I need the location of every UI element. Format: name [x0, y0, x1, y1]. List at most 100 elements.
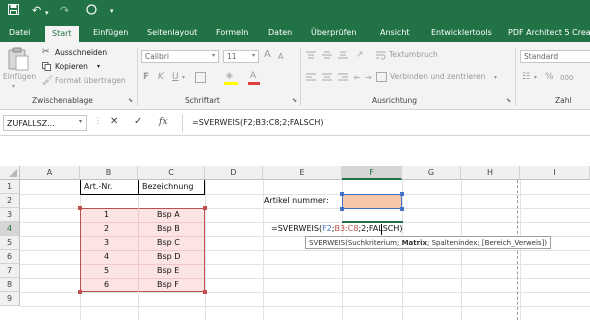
merge-center-button[interactable]: Verbinden und zentrieren: [390, 72, 485, 82]
range-handle[interactable]: [400, 207, 404, 211]
formula-input[interactable]: =SVERWEIS(F2;B3:C8;2;FALSCH): [192, 118, 323, 127]
column-header-c[interactable]: C: [138, 166, 205, 180]
italic-button[interactable]: K: [158, 72, 164, 82]
increase-indent-icon[interactable]: ⇥: [365, 73, 372, 82]
range-handle[interactable]: [203, 290, 207, 294]
row-header-2[interactable]: 2: [0, 194, 20, 208]
circle-icon[interactable]: [86, 4, 97, 19]
underline-button[interactable]: U: [172, 72, 179, 82]
range-handle[interactable]: [340, 207, 344, 211]
undo-dropdown-icon[interactable]: ▾: [45, 6, 49, 20]
percent-button[interactable]: %: [545, 72, 554, 82]
cell-b8[interactable]: 6: [104, 279, 109, 291]
row-header-6[interactable]: 6: [0, 250, 20, 264]
column-header-h[interactable]: H: [461, 166, 520, 180]
tab-pdf-architect[interactable]: PDF Architect 5 Crea: [508, 27, 590, 39]
save-icon[interactable]: [8, 4, 19, 19]
cell-b6[interactable]: 4: [104, 251, 109, 263]
bold-button[interactable]: F: [143, 72, 149, 82]
row-header-3[interactable]: 3: [0, 208, 20, 222]
cancel-icon[interactable]: ✕: [110, 116, 118, 127]
font-name-dropdown-icon[interactable]: ▾: [212, 51, 215, 61]
tab-daten[interactable]: Daten: [268, 27, 292, 39]
tab-ueberpruefen[interactable]: Überprüfen: [311, 27, 356, 39]
range-handle[interactable]: [78, 290, 82, 294]
cell-c8[interactable]: Bsp F: [157, 279, 179, 291]
name-box-dropdown-icon[interactable]: ▾: [79, 118, 82, 125]
decrease-indent-icon[interactable]: ⇤: [354, 73, 361, 82]
alignment-launcher-icon[interactable]: ⬊: [506, 97, 511, 104]
select-all-corner[interactable]: [0, 166, 20, 180]
enter-icon[interactable]: ✓: [134, 116, 142, 127]
cell-c4[interactable]: Bsp B: [157, 223, 180, 235]
number-format-box[interactable]: Standard: [520, 50, 590, 63]
row-header-1[interactable]: 1: [0, 180, 20, 194]
cell-e2[interactable]: Artikel nummer:: [264, 195, 329, 207]
row-header-9[interactable]: 9: [0, 292, 20, 306]
tab-formeln[interactable]: Formeln: [216, 27, 248, 39]
cell-c6[interactable]: Bsp D: [157, 251, 180, 263]
cell-c1[interactable]: Bezeichnung: [142, 181, 194, 193]
wrap-text-button[interactable]: Textumbruch: [389, 50, 438, 60]
range-handle[interactable]: [400, 192, 404, 196]
copy-dropdown-icon[interactable]: ▾: [97, 62, 100, 72]
cell-c7[interactable]: Bsp E: [157, 265, 179, 277]
range-handle[interactable]: [78, 206, 82, 210]
tab-ansicht[interactable]: Ansicht: [380, 27, 410, 39]
insert-function-icon[interactable]: fx: [159, 117, 167, 127]
font-size-dropdown-icon[interactable]: ▾: [252, 51, 255, 61]
font-launcher-icon[interactable]: ⬊: [292, 97, 297, 104]
redo-icon[interactable]: ↷: [60, 4, 69, 18]
cell-f2[interactable]: [342, 194, 402, 209]
cell-e4-formula[interactable]: =SVERWEIS(F2;B3:C8;2;FALSCH): [271, 223, 403, 235]
align-top-icon[interactable]: [306, 51, 316, 59]
cell-c3[interactable]: Bsp A: [157, 209, 180, 221]
column-header-i[interactable]: I: [520, 166, 590, 180]
thousands-button[interactable]: 000: [560, 73, 573, 83]
row-header-7[interactable]: 7: [0, 264, 20, 278]
customize-qat-icon[interactable]: ▾: [110, 4, 114, 18]
underline-dropdown-icon[interactable]: ▾: [182, 73, 185, 83]
function-tooltip[interactable]: SVERWEIS(Suchkriterium; Matrix; Spalteni…: [305, 236, 552, 249]
orientation-icon[interactable]: ↗: [356, 50, 364, 60]
cell-c5[interactable]: Bsp C: [157, 237, 180, 249]
column-header-d[interactable]: D: [205, 166, 263, 180]
align-bottom-icon[interactable]: [338, 51, 348, 59]
format-painter-button[interactable]: Format übertragen: [55, 76, 126, 86]
row-header-4[interactable]: 4: [0, 222, 20, 236]
tab-datei[interactable]: Datei: [9, 27, 30, 39]
borders-icon[interactable]: [195, 72, 206, 83]
undo-icon[interactable]: ↶: [32, 4, 41, 18]
font-name-box[interactable]: Calibri: [141, 50, 219, 63]
clipboard-launcher-icon[interactable]: ⬊: [128, 97, 133, 104]
align-right-icon[interactable]: [338, 73, 348, 81]
cell-b1[interactable]: Art.-Nr.: [84, 181, 112, 193]
tab-start[interactable]: Start: [45, 26, 79, 42]
align-center-icon[interactable]: [322, 73, 332, 81]
cell-b7[interactable]: 5: [104, 265, 109, 277]
copy-button[interactable]: Kopieren: [55, 62, 88, 72]
row-header-8[interactable]: 8: [0, 278, 20, 292]
cell-b3[interactable]: 1: [104, 209, 109, 221]
align-middle-icon[interactable]: [322, 51, 332, 59]
align-left-icon[interactable]: [306, 73, 316, 81]
column-header-b[interactable]: B: [80, 166, 138, 180]
font-color-icon[interactable]: A: [250, 71, 256, 81]
grow-font-button[interactable]: A: [264, 50, 271, 60]
column-header-e[interactable]: E: [263, 166, 342, 180]
column-header-g[interactable]: G: [402, 166, 461, 180]
cut-button[interactable]: Ausschneiden: [55, 48, 107, 58]
row-header-5[interactable]: 5: [0, 236, 20, 250]
currency-icon[interactable]: ☷: [522, 72, 530, 82]
currency-dropdown-icon[interactable]: ▾: [534, 73, 537, 83]
tab-seitenlayout[interactable]: Seitenlayout: [147, 27, 197, 39]
worksheet-grid[interactable]: A B C D E F G H I 1 2 3 4 5 6 7 8 9 Art.…: [0, 166, 590, 320]
range-handle[interactable]: [203, 206, 207, 210]
cell-b5[interactable]: 3: [104, 237, 109, 249]
cell-b4[interactable]: 2: [104, 223, 109, 235]
column-header-f[interactable]: F: [342, 166, 402, 180]
tab-entwicklertools[interactable]: Entwicklertools: [431, 27, 492, 39]
merge-dropdown-icon[interactable]: ▾: [494, 73, 497, 83]
tab-einfuegen[interactable]: Einfügen: [93, 27, 128, 39]
name-box[interactable]: ZUFALLSZ...: [3, 115, 87, 131]
